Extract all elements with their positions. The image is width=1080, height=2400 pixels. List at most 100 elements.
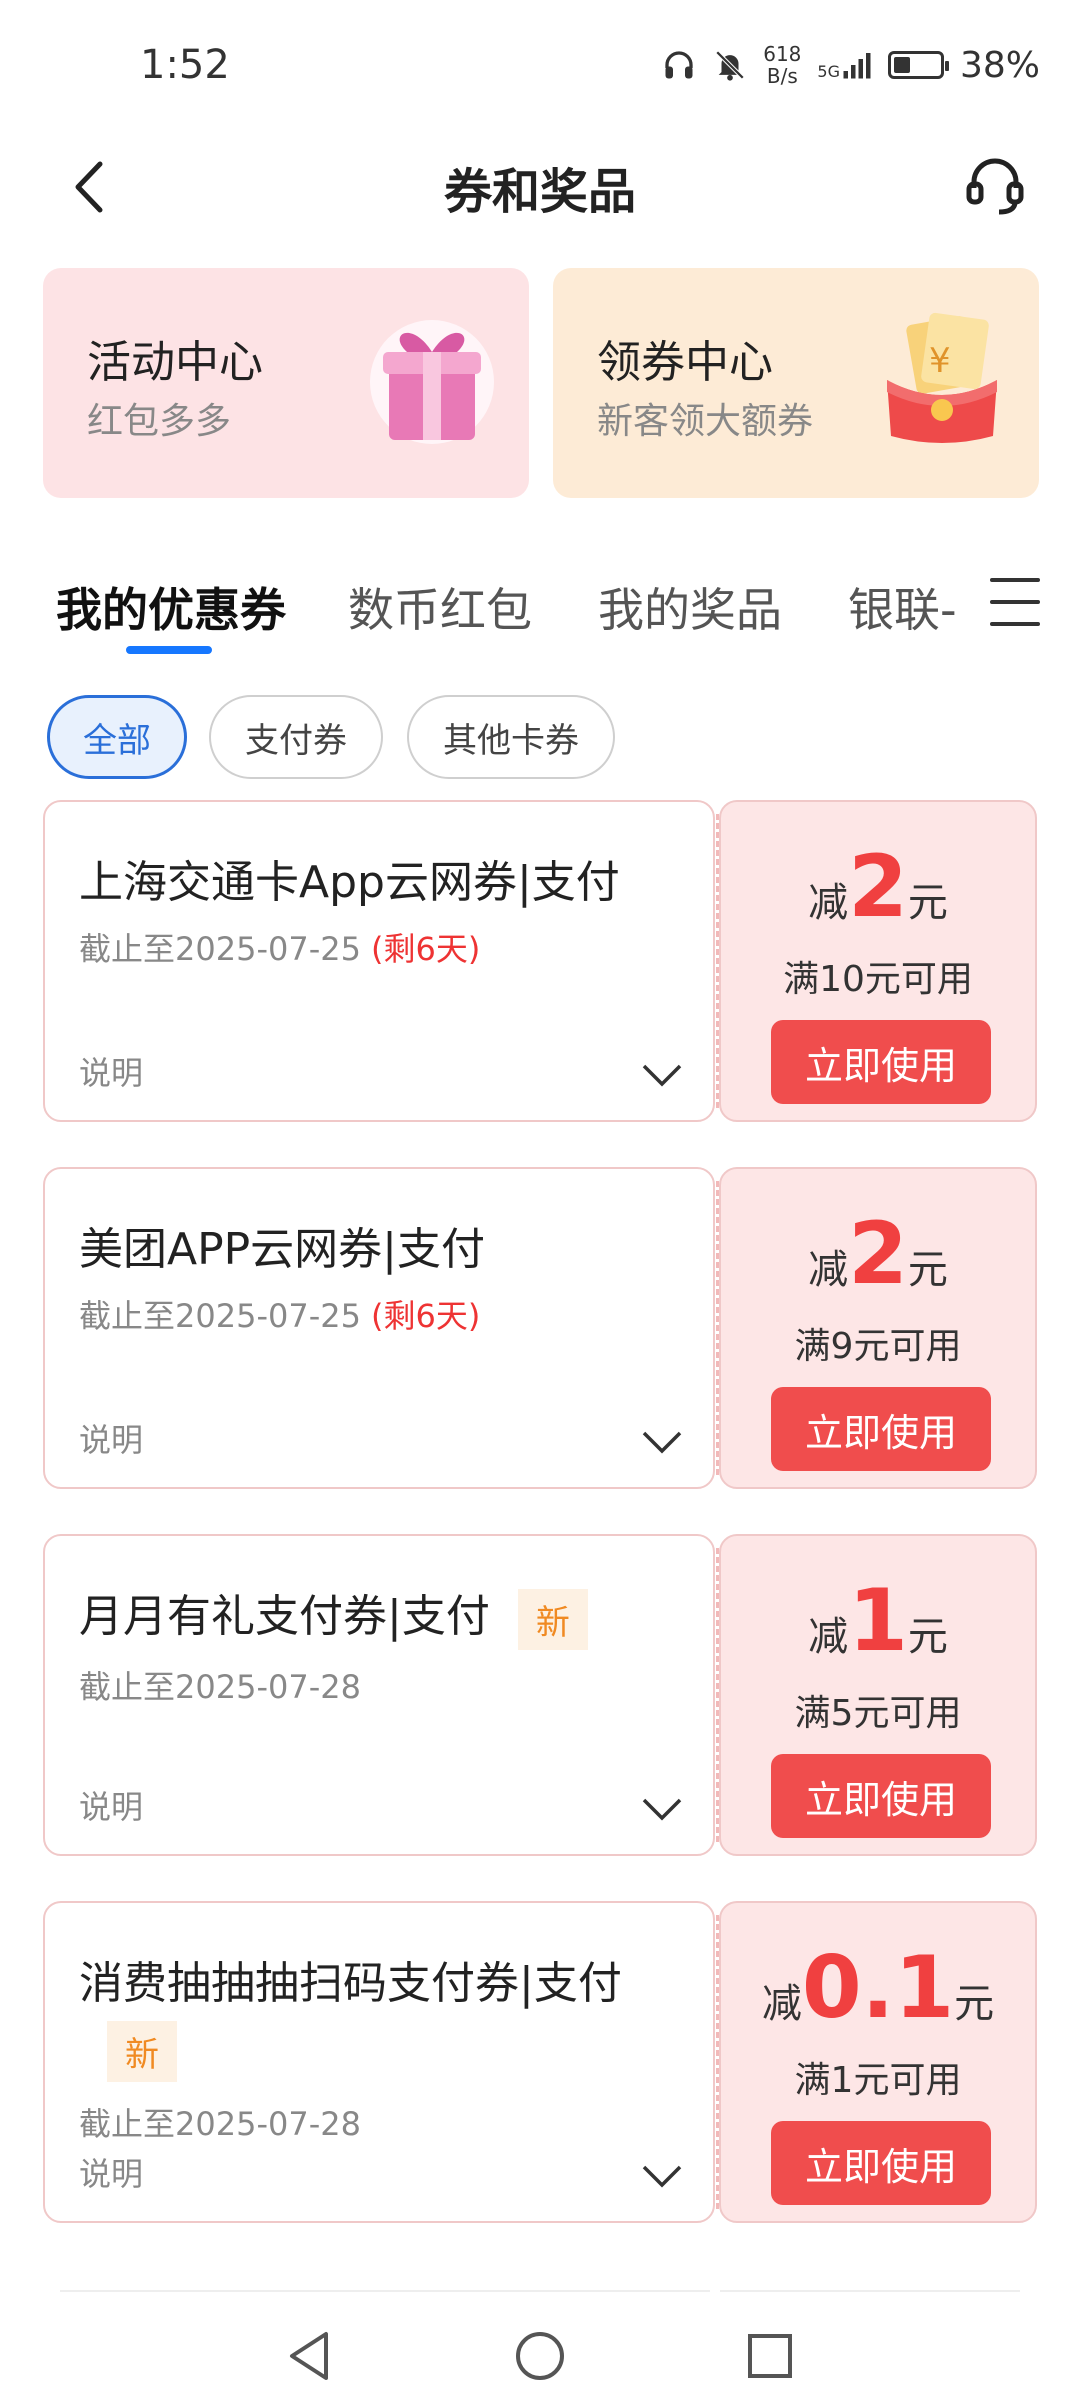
- coupon-minus-label: 减: [761, 1981, 802, 2027]
- coupon-name: 上海交通卡App云网券|支付: [79, 857, 620, 908]
- coupon-minus-label: 减: [808, 880, 849, 926]
- coupon-amount: 减2元: [721, 842, 1035, 932]
- coupon-card: 消费抽抽抽扫码支付券|支付 新 截止至2025-07-28 说明 减0.1元 满…: [43, 1901, 1037, 2223]
- chevron-down-icon[interactable]: [641, 1796, 683, 1822]
- nav-back-icon[interactable]: [282, 2326, 342, 2386]
- coupon-amount-value: 2: [848, 1204, 908, 1304]
- coupon-currency: 元: [954, 1981, 995, 2027]
- page-title: 券和奖品: [443, 164, 636, 220]
- coupon-info-link[interactable]: 说明: [79, 1048, 143, 1094]
- coupon-value-panel: 减1元 满5元可用 立即使用: [719, 1534, 1037, 1856]
- use-now-button[interactable]: 立即使用: [771, 1754, 991, 1838]
- coupon-currency: 元: [907, 880, 948, 926]
- coupon-minus-label: 减: [808, 1614, 849, 1660]
- customer-service-headset-icon[interactable]: [960, 150, 1030, 220]
- network-speed-value: 618: [763, 42, 802, 66]
- coupon-info-link[interactable]: 说明: [79, 1782, 143, 1828]
- coupon-currency: 元: [907, 1247, 948, 1293]
- chevron-down-icon[interactable]: [641, 2163, 683, 2189]
- status-time: 1:52: [140, 42, 230, 88]
- status-bar: 1:52 618 B/s 5G 38%: [0, 0, 1080, 130]
- battery-percent: 38%: [959, 44, 1040, 86]
- coupon-name-text: 月月有礼支付券|支付: [79, 1591, 490, 1642]
- coupon-amount-value: 2: [848, 837, 908, 937]
- coupon-amount: 减1元: [721, 1576, 1035, 1666]
- coupon-tabs: 我的优惠券 数币红包 我的奖品 银联-: [0, 560, 1080, 660]
- new-badge: 新: [517, 1588, 588, 1650]
- coupon-expiry-date: 截止至2025-07-25: [79, 930, 361, 968]
- use-now-button[interactable]: 立即使用: [771, 1387, 991, 1471]
- signal-icon: [843, 53, 871, 79]
- menu-icon[interactable]: [990, 578, 1040, 634]
- coupon-value-panel: 减0.1元 满1元可用 立即使用: [719, 1901, 1037, 2223]
- coupon-amount-value: 1: [848, 1571, 908, 1671]
- filter-other-cards[interactable]: 其他卡券: [407, 695, 615, 779]
- coupon-center-subtitle: 新客领大额券: [597, 401, 814, 442]
- tab-my-prizes[interactable]: 我的奖品: [598, 574, 782, 640]
- use-now-button[interactable]: 立即使用: [771, 1020, 991, 1104]
- coupon-condition: 满9元可用: [794, 1326, 962, 1367]
- signal-label: 5G: [817, 62, 840, 81]
- tab-indicator: [126, 646, 212, 654]
- coupon-info-link[interactable]: 说明: [79, 1415, 143, 1461]
- coupon-card: 上海交通卡App云网券|支付 截止至2025-07-25 (剩6天) 说明 减2元…: [43, 800, 1037, 1122]
- coupon-amount-value: 0.1: [801, 1938, 955, 2038]
- coupon-amount: 减2元: [721, 1209, 1035, 1299]
- network-speed: 618 B/s: [763, 43, 801, 87]
- new-badge-row: 新: [79, 2021, 177, 2082]
- coupon-details-panel: 月月有礼支付券|支付新 截止至2025-07-28 说明: [43, 1534, 715, 1856]
- activity-center-card[interactable]: 活动中心 红包多多: [43, 268, 529, 498]
- coupon-details-panel: 上海交通卡App云网券|支付 截止至2025-07-25 (剩6天) 说明: [43, 800, 715, 1122]
- coupon-expiry: 截止至2025-07-25 (剩6天): [79, 1291, 480, 1337]
- coupon-value-panel: 减2元 满10元可用 立即使用: [719, 800, 1037, 1122]
- tab-my-coupons[interactable]: 我的优惠券: [56, 574, 286, 640]
- coupon-expiry-date: 截止至2025-07-28: [79, 1668, 361, 1706]
- coupon-expiry: 截止至2025-07-28: [79, 2099, 361, 2145]
- gift-box-icon: [370, 320, 494, 444]
- network-speed-unit: B/s: [766, 64, 798, 88]
- bell-muted-icon: [715, 50, 745, 81]
- system-navigation-bar: [0, 2300, 1080, 2400]
- chevron-down-icon[interactable]: [641, 1429, 683, 1455]
- filter-all[interactable]: 全部: [47, 695, 187, 779]
- coupon-minus-label: 减: [808, 1247, 849, 1293]
- coupon-name: 月月有礼支付券|支付新: [79, 1580, 588, 1650]
- headphones-icon: [665, 51, 693, 79]
- coupon-name: 美团APP云网券|支付: [79, 1224, 485, 1275]
- red-envelope-coupon-icon: ¥: [887, 312, 997, 443]
- coupon-expiry-date: 截止至2025-07-25: [79, 1297, 361, 1335]
- coupon-days-left: (剩6天): [370, 930, 481, 968]
- activity-center-title: 活动中心: [87, 337, 263, 388]
- coupon-expiry-date: 截止至2025-07-28: [79, 2105, 361, 2143]
- coupon-condition: 满10元可用: [783, 959, 973, 1000]
- coupon-amount: 减0.1元: [721, 1943, 1035, 2033]
- coupon-value-panel: 减2元 满9元可用 立即使用: [719, 1167, 1037, 1489]
- coupon-condition: 满1元可用: [794, 2060, 962, 2101]
- new-badge: 新: [107, 2021, 177, 2082]
- status-icons: 618 B/s 5G 38%: [661, 40, 1040, 90]
- coupon-details-panel: 消费抽抽抽扫码支付券|支付 新 截止至2025-07-28 说明: [43, 1901, 715, 2223]
- coupon-center-title: 领券中心: [597, 337, 773, 388]
- tab-unionpay[interactable]: 银联-: [848, 574, 957, 640]
- coupon-days-left: (剩6天): [370, 1297, 481, 1335]
- chevron-down-icon[interactable]: [641, 1062, 683, 1088]
- coupon-info-link[interactable]: 说明: [79, 2149, 143, 2195]
- coupon-name: 消费抽抽抽扫码支付券|支付: [79, 1958, 622, 2009]
- coupon-expiry: 截止至2025-07-25 (剩6天): [79, 924, 480, 970]
- coupon-card: 月月有礼支付券|支付新 截止至2025-07-28 说明 减1元 满5元可用 立…: [43, 1534, 1037, 1856]
- nav-recents-icon[interactable]: [740, 2326, 800, 2386]
- tab-digital-red-packets[interactable]: 数币红包: [348, 574, 532, 640]
- coupon-details-panel: 美团APP云网券|支付 截止至2025-07-25 (剩6天) 说明: [43, 1167, 715, 1489]
- coupon-condition: 满5元可用: [794, 1693, 962, 1734]
- battery-icon: [887, 51, 949, 79]
- coupon-center-card[interactable]: 领券中心 新客领大额券 ¥: [553, 268, 1039, 498]
- coupon-card: 美团APP云网券|支付 截止至2025-07-25 (剩6天) 说明 减2元 满9…: [43, 1167, 1037, 1489]
- activity-center-subtitle: 红包多多: [87, 401, 232, 442]
- filter-payment-coupons[interactable]: 支付券: [209, 695, 383, 779]
- coupon-currency: 元: [907, 1614, 948, 1660]
- nav-home-icon[interactable]: [510, 2326, 570, 2386]
- app-header: 券和奖品: [0, 130, 1080, 250]
- coupon-expiry: 截止至2025-07-28: [79, 1662, 361, 1708]
- signal-indicator: 5G: [817, 50, 872, 80]
- use-now-button[interactable]: 立即使用: [771, 2121, 991, 2205]
